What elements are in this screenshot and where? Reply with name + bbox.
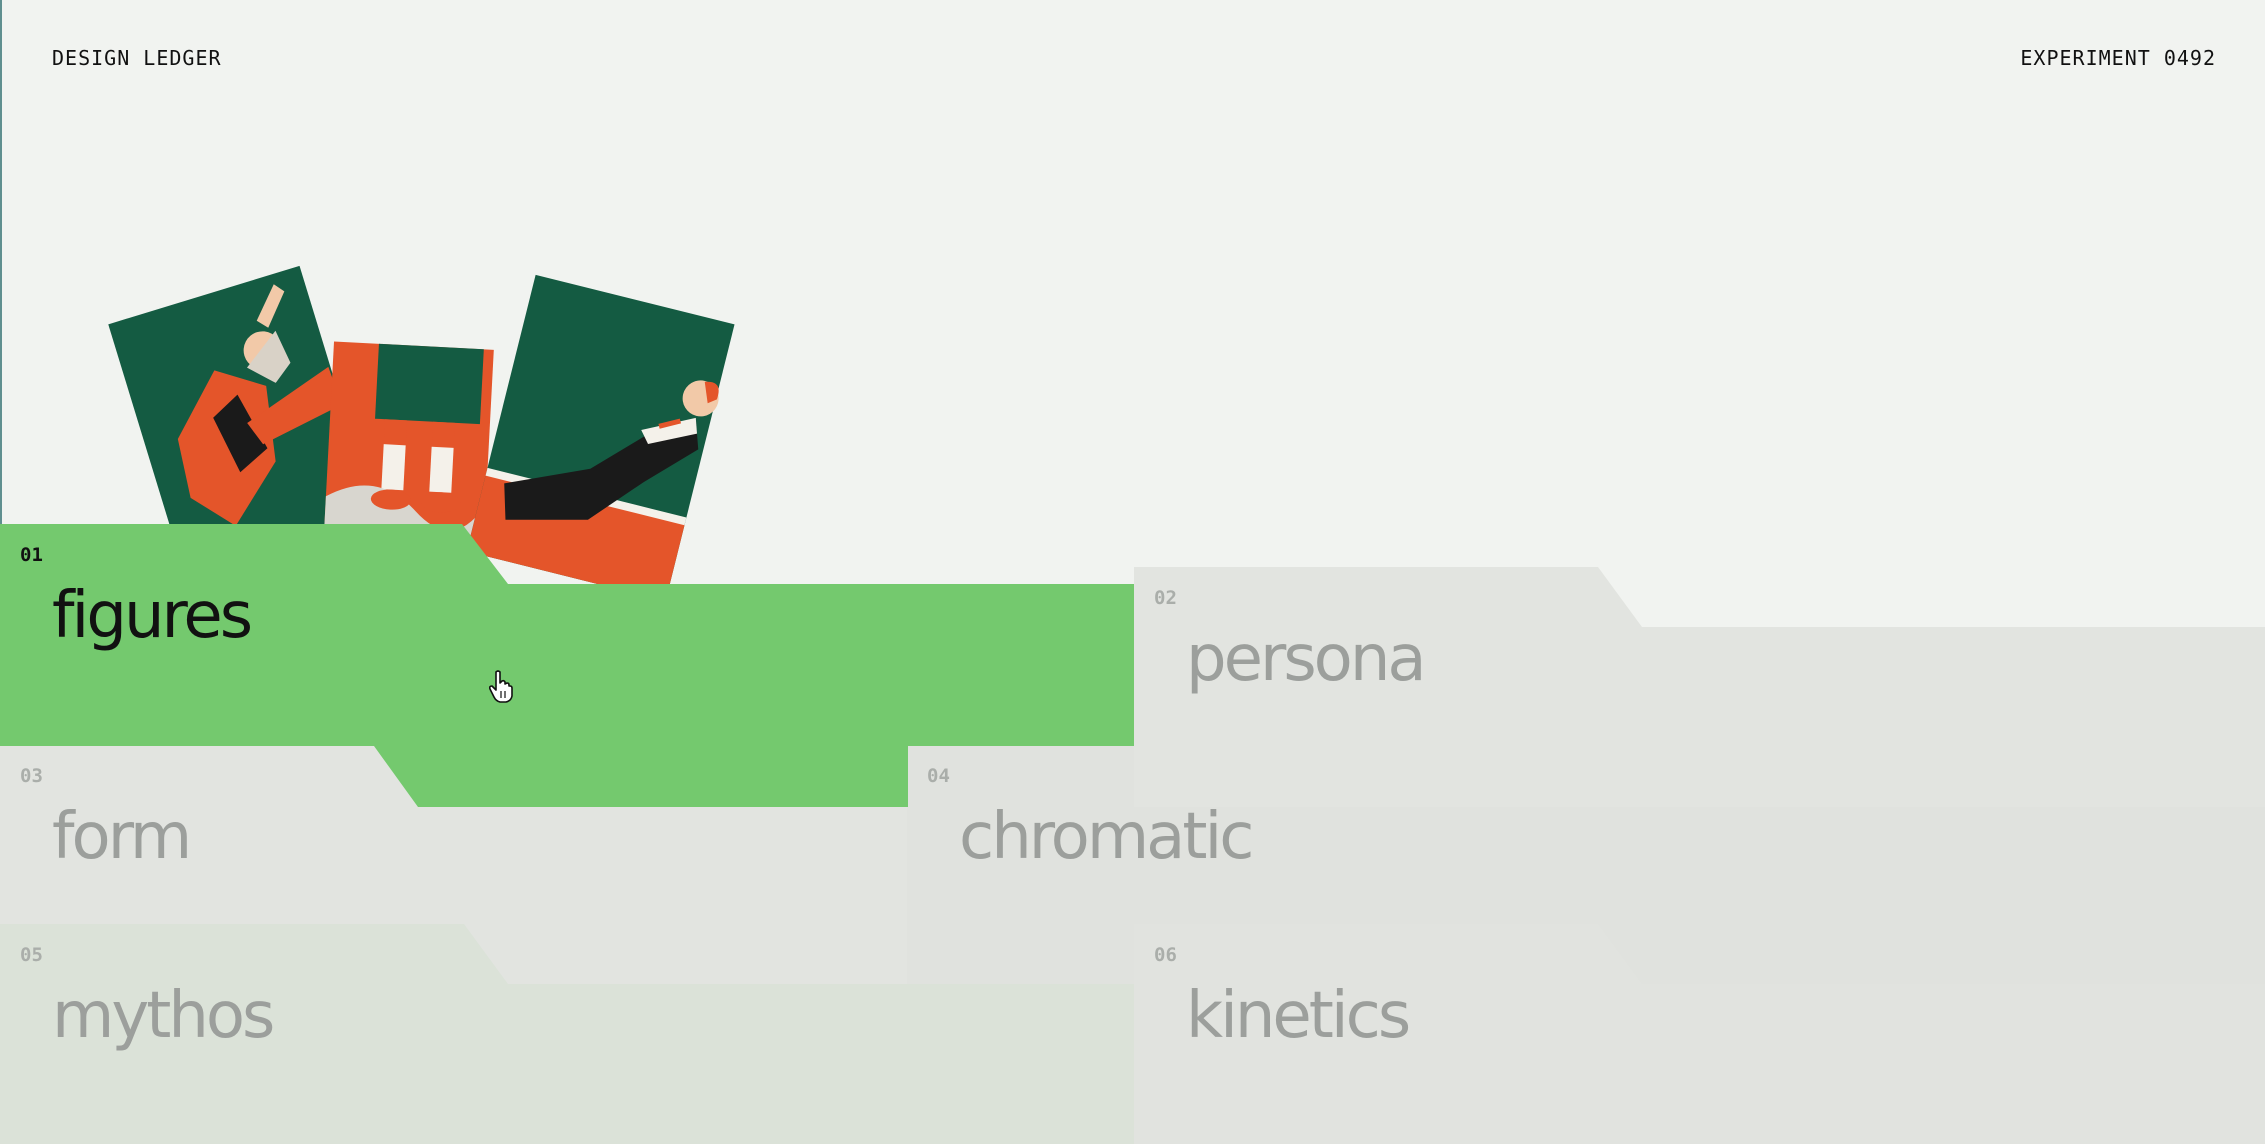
tile-label: persona xyxy=(1186,622,1427,696)
figures-illustration xyxy=(108,265,735,600)
tile-label: kinetics xyxy=(1186,979,1411,1053)
tile-figures[interactable]: 01 figures xyxy=(0,524,1134,807)
tile-persona[interactable]: 02 persona xyxy=(1134,567,2265,807)
tile-figures-shape xyxy=(0,524,1134,807)
tile-label: figures xyxy=(52,579,253,653)
tile-label: chromatic xyxy=(959,800,1254,874)
hand-pointer-icon xyxy=(489,670,513,703)
tile-label: mythos xyxy=(52,979,275,1053)
tile-label: form xyxy=(52,800,192,874)
tile-number: 01 xyxy=(20,544,43,566)
experiment-label: EXPERIMENT 0492 xyxy=(2020,46,2216,70)
tile-number: 05 xyxy=(20,944,43,966)
tile-number: 02 xyxy=(1154,587,1177,609)
tile-number: 06 xyxy=(1154,944,1177,966)
tile-mythos[interactable]: 05 mythos xyxy=(0,924,1134,1144)
tile-kinetics[interactable]: 06 kinetics xyxy=(1134,924,2265,1144)
